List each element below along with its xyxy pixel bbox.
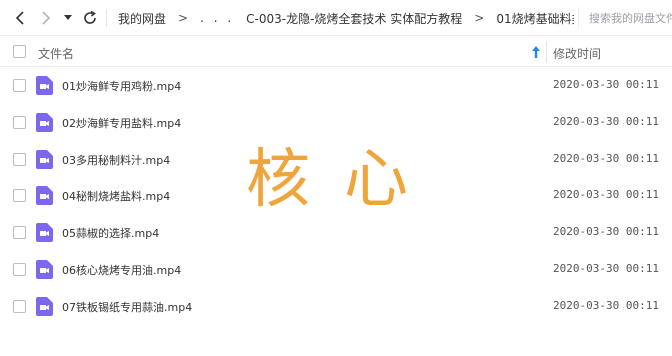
- file-row[interactable]: 06核心烧烤专用油.mp4 2020-03-30 00:11: [0, 251, 672, 287]
- file-modified-date: 2020-03-30 00:11: [553, 114, 659, 128]
- video-file-icon: [36, 186, 53, 206]
- video-file-icon: [36, 223, 53, 243]
- refresh-icon: [84, 11, 96, 24]
- breadcrumb-separator: >: [178, 11, 189, 25]
- video-file-icon: [36, 260, 53, 279]
- row-checkbox[interactable]: [13, 152, 26, 166]
- search-input[interactable]: [579, 7, 672, 30]
- file-name[interactable]: 02炒海鲜专用盐料.mp4: [62, 115, 181, 131]
- table-header: 文件名 修改时间: [0, 37, 672, 67]
- arrow-up-icon[interactable]: [531, 45, 541, 59]
- breadcrumb-ellipsis[interactable]: . . .: [194, 11, 240, 25]
- row-checkbox[interactable]: [13, 115, 26, 129]
- file-name[interactable]: 03多用秘制料汁.mp4: [62, 152, 170, 168]
- chevron-left-icon: [15, 11, 24, 25]
- back-button[interactable]: [10, 8, 30, 28]
- row-checkbox[interactable]: [13, 189, 26, 203]
- video-file-icon: [36, 76, 53, 95]
- file-name[interactable]: 05蒜椒的选择.mp4: [62, 225, 159, 241]
- row-checkbox[interactable]: [13, 79, 26, 92]
- toolbar: 我的网盘 > . . . C-003-龙隐-烧烤全套技术 实体配方教程 > 01…: [0, 0, 672, 36]
- video-file-icon: [36, 296, 53, 316]
- row-checkbox[interactable]: [13, 263, 26, 276]
- column-divider[interactable]: [546, 41, 547, 63]
- file-modified-date: 2020-03-30 00:11: [553, 78, 659, 91]
- breadcrumb-root[interactable]: 我的网盘: [112, 10, 172, 27]
- breadcrumb-folder-current[interactable]: 01烧烤基础料类: [490, 10, 574, 27]
- column-header-name[interactable]: 文件名: [38, 45, 74, 62]
- file-modified-date: 2020-03-30 00:11: [553, 225, 659, 239]
- breadcrumb-separator: >: [474, 11, 485, 25]
- file-name[interactable]: 04秘制烧烤盐料.mp4: [62, 188, 170, 204]
- file-row[interactable]: 01炒海鲜专用鸡粉.mp4 2020-03-30 00:11: [0, 67, 672, 103]
- row-checkbox[interactable]: [13, 226, 26, 240]
- chevron-right-icon: [42, 11, 51, 25]
- file-modified-date: 2020-03-30 00:11: [553, 151, 659, 165]
- select-all-checkbox[interactable]: [13, 45, 26, 58]
- file-modified-date: 2020-03-30 00:11: [553, 298, 659, 312]
- file-modified-date: 2020-03-30 00:11: [553, 188, 659, 202]
- refresh-button[interactable]: [80, 8, 100, 28]
- search-box: [578, 7, 672, 30]
- toolbar-divider: [106, 9, 107, 27]
- file-row[interactable]: 02炒海鲜专用盐料.mp4 2020-03-30 00:11: [0, 104, 672, 140]
- file-row[interactable]: 05蒜椒的选择.mp4 2020-03-30 00:11: [0, 214, 672, 250]
- breadcrumb-folder-course[interactable]: C-003-龙隐-烧烤全套技术 实体配方教程: [240, 10, 468, 27]
- file-row[interactable]: 03多用秘制料汁.mp4 2020-03-30 00:11: [0, 141, 672, 177]
- file-modified-date: 2020-03-30 00:11: [553, 262, 659, 275]
- file-name[interactable]: 01炒海鲜专用鸡粉.mp4: [62, 78, 181, 94]
- caret-down-icon: [64, 15, 72, 20]
- file-name[interactable]: 06核心烧烤专用油.mp4: [62, 262, 181, 278]
- history-dropdown-button[interactable]: [62, 8, 74, 28]
- file-row[interactable]: 04秘制烧烤盐料.mp4 2020-03-30 00:11: [0, 177, 672, 213]
- file-name[interactable]: 07铁板锡纸专用蒜油.mp4: [62, 299, 192, 315]
- file-row[interactable]: 07铁板锡纸专用蒜油.mp4 2020-03-30 00:11: [0, 288, 672, 324]
- forward-button[interactable]: [36, 8, 56, 28]
- column-header-date[interactable]: 修改时间: [553, 45, 601, 62]
- video-file-icon: [36, 112, 53, 132]
- video-file-icon: [36, 149, 53, 169]
- row-checkbox[interactable]: [13, 299, 26, 313]
- breadcrumb: 我的网盘 > . . . C-003-龙隐-烧烤全套技术 实体配方教程 > 01…: [112, 0, 574, 36]
